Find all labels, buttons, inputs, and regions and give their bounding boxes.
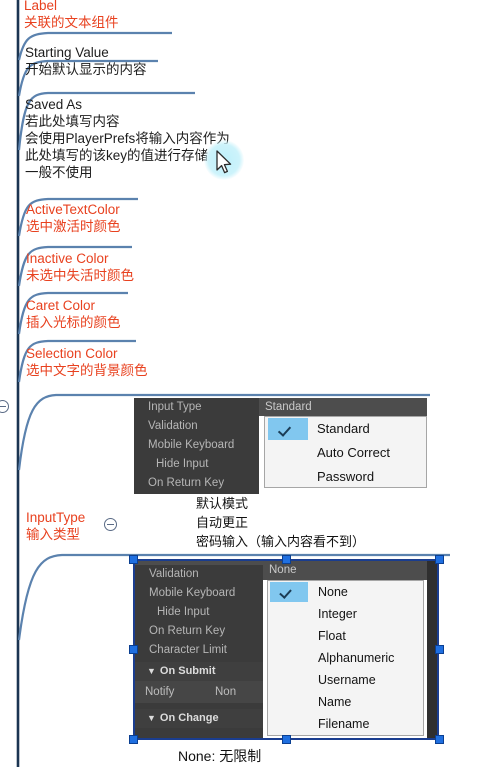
topic-saved-as-line2: 会使用PlayerPrefs将输入内容作为 bbox=[25, 131, 230, 146]
topic-selection-color-en: Selection Color bbox=[26, 346, 118, 361]
check-icon bbox=[268, 418, 308, 440]
collapse-node-inputtype[interactable] bbox=[104, 518, 117, 531]
triangle-down-icon-2: ▼ bbox=[147, 713, 156, 723]
topic-inactive-color[interactable]: Inactive Color 未选中失活时颜色 bbox=[26, 251, 134, 284]
resize-handle-ne[interactable] bbox=[435, 555, 444, 564]
dropdown-option-alphanumeric[interactable]: Alphanumeric bbox=[268, 647, 423, 669]
topic-caret-color-en: Caret Color bbox=[26, 298, 96, 313]
inspector-property-panel-2: Validation Mobile Keyboard Hide Input On… bbox=[135, 561, 263, 738]
dropdown-option-username[interactable]: Username bbox=[268, 669, 423, 691]
inspector2-row-validation[interactable]: Validation bbox=[135, 565, 263, 584]
topic-saved-as-cn: 若此处填写内容 bbox=[25, 114, 120, 129]
topic-caret-color[interactable]: Caret Color 插入光标的颜色 bbox=[26, 298, 121, 331]
dropdown-option-standard-label: Standard bbox=[317, 421, 370, 436]
topic-selection-color-cn: 选中文字的背景颜色 bbox=[26, 363, 148, 378]
topic-saved-as-line3: 此处填写的该key的值进行存储 bbox=[25, 148, 209, 163]
inspector2-row-character-limit[interactable]: Character Limit bbox=[135, 641, 263, 660]
inspector-validation-screenshot[interactable]: Validation Mobile Keyboard Hide Input On… bbox=[129, 555, 444, 744]
dropdown-option-name-label: Name bbox=[318, 695, 352, 709]
topic-inactive-color-cn: 未选中失活时颜色 bbox=[26, 268, 134, 283]
input-type-dropdown-list[interactable]: Standard Auto Correct Password bbox=[264, 416, 427, 488]
inspector2-row-mobile-keyboard[interactable]: Mobile Keyboard bbox=[135, 584, 263, 603]
dropdown-option-name[interactable]: Name bbox=[268, 691, 423, 713]
topic-saved-as-en: Saved As bbox=[25, 97, 83, 112]
topic-caret-color-cn: 插入光标的颜色 bbox=[26, 315, 121, 330]
dropdown-option-alphanumeric-label: Alphanumeric bbox=[318, 651, 395, 665]
caption-validation-none: None: 无限制 bbox=[178, 748, 262, 764]
topic-saved-as[interactable]: Saved As 若此处填写内容 会使用PlayerPrefs将输入内容作为 此… bbox=[25, 97, 230, 181]
topic-label-cn: 关联的文本组件 bbox=[24, 15, 119, 30]
topic-input-type-cn: 输入类型 bbox=[26, 527, 80, 542]
inspector2-row-on-return-key[interactable]: On Return Key bbox=[135, 622, 263, 641]
inspector-input-type-screenshot: Input Type Validation Mobile Keyboard Hi… bbox=[134, 398, 427, 494]
topic-active-text-color-en: ActiveTextColor bbox=[26, 202, 120, 217]
inspector-property-panel: Input Type Validation Mobile Keyboard Hi… bbox=[134, 398, 259, 494]
topic-input-type[interactable]: InputType 输入类型 bbox=[26, 510, 85, 543]
topic-saved-as-line4: 一般不使用 bbox=[25, 165, 93, 180]
resize-handle-n[interactable] bbox=[282, 555, 291, 564]
dropdown-option-password-label: Password bbox=[317, 469, 375, 484]
dropdown-option-username-label: Username bbox=[318, 673, 376, 687]
topic-starting-value-en: Starting Value bbox=[25, 45, 109, 60]
check-icon-2 bbox=[270, 582, 308, 602]
dropdown-option-password[interactable]: Password bbox=[265, 465, 426, 489]
caption-auto-correct: 自动更正 bbox=[196, 515, 249, 530]
caption-password: 密码输入（输入内容看不到） bbox=[196, 534, 366, 549]
topic-label[interactable]: Label 关联的文本组件 bbox=[24, 0, 119, 31]
topic-active-text-color[interactable]: ActiveTextColor 选中激活时颜色 bbox=[26, 202, 121, 235]
triangle-down-icon: ▼ bbox=[147, 666, 156, 676]
inspector2-section-on-submit[interactable]: ▼ On Submit bbox=[135, 662, 263, 681]
inspector2-row-hide-input[interactable]: Hide Input bbox=[135, 603, 263, 622]
dropdown-option-none[interactable]: None bbox=[268, 581, 423, 603]
mouse-pointer-icon bbox=[216, 150, 232, 174]
topic-starting-value-cn: 开始默认显示的内容 bbox=[25, 62, 147, 77]
inspector2-notify-row[interactable]: Notify Non bbox=[135, 681, 263, 703]
topic-selection-color[interactable]: Selection Color 选中文字的背景颜色 bbox=[26, 346, 148, 379]
topic-inactive-color-en: Inactive Color bbox=[26, 251, 109, 266]
dropdown-option-filename-label: Filename bbox=[318, 717, 370, 731]
dropdown-option-auto-correct[interactable]: Auto Correct bbox=[265, 441, 426, 465]
resize-handle-e[interactable] bbox=[435, 645, 444, 654]
inspector-row-input-type[interactable]: Input Type bbox=[134, 398, 259, 417]
dropdown-option-integer[interactable]: Integer bbox=[268, 603, 423, 625]
resize-handle-sw[interactable] bbox=[129, 735, 138, 744]
resize-handle-se[interactable] bbox=[435, 735, 444, 744]
mindmap-canvas: Label 关联的文本组件 Starting Value 开始默认显示的内容 S… bbox=[0, 0, 504, 767]
inspector-row-validation[interactable]: Validation bbox=[134, 417, 259, 436]
resize-handle-nw[interactable] bbox=[129, 555, 138, 564]
collapse-node-trunk[interactable] bbox=[0, 400, 9, 413]
resize-handle-w[interactable] bbox=[129, 645, 138, 654]
dropdown-option-float[interactable]: Float bbox=[268, 625, 423, 647]
dropdown-option-auto-correct-label: Auto Correct bbox=[317, 445, 390, 460]
inspector2-section-on-submit-label: On Submit bbox=[159, 665, 216, 677]
dropdown-option-float-label: Float bbox=[318, 629, 346, 643]
resize-handle-s[interactable] bbox=[282, 735, 291, 744]
caption-default-mode: 默认模式 bbox=[196, 496, 249, 511]
dropdown-option-none-label: None bbox=[318, 585, 348, 599]
dropdown-option-integer-label: Integer bbox=[318, 607, 357, 621]
inspector2-notify-value: Non bbox=[215, 686, 237, 698]
inspector-row-mobile-keyboard[interactable]: Mobile Keyboard bbox=[134, 436, 259, 455]
topic-label-en: Label bbox=[24, 0, 58, 13]
dropdown-option-standard[interactable]: Standard bbox=[265, 417, 426, 441]
topic-input-type-en: InputType bbox=[26, 510, 86, 525]
topic-starting-value[interactable]: Starting Value 开始默认显示的内容 bbox=[25, 45, 147, 78]
validation-dropdown-list[interactable]: None Integer Float Alphanumeric Username… bbox=[267, 580, 424, 736]
inspector2-notify-label: Notify bbox=[145, 686, 175, 698]
inspector2-section-on-change-label: On Change bbox=[159, 712, 219, 724]
inspector-row-hide-input[interactable]: Hide Input bbox=[134, 455, 259, 474]
topic-active-text-color-cn: 选中激活时颜色 bbox=[26, 219, 121, 234]
inspector2-section-on-change[interactable]: ▼ On Change bbox=[135, 709, 263, 728]
input-type-value-field[interactable]: Standard bbox=[259, 398, 427, 416]
inspector-row-on-return-key[interactable]: On Return Key bbox=[134, 474, 259, 493]
dropdown-option-filename[interactable]: Filename bbox=[268, 713, 423, 735]
